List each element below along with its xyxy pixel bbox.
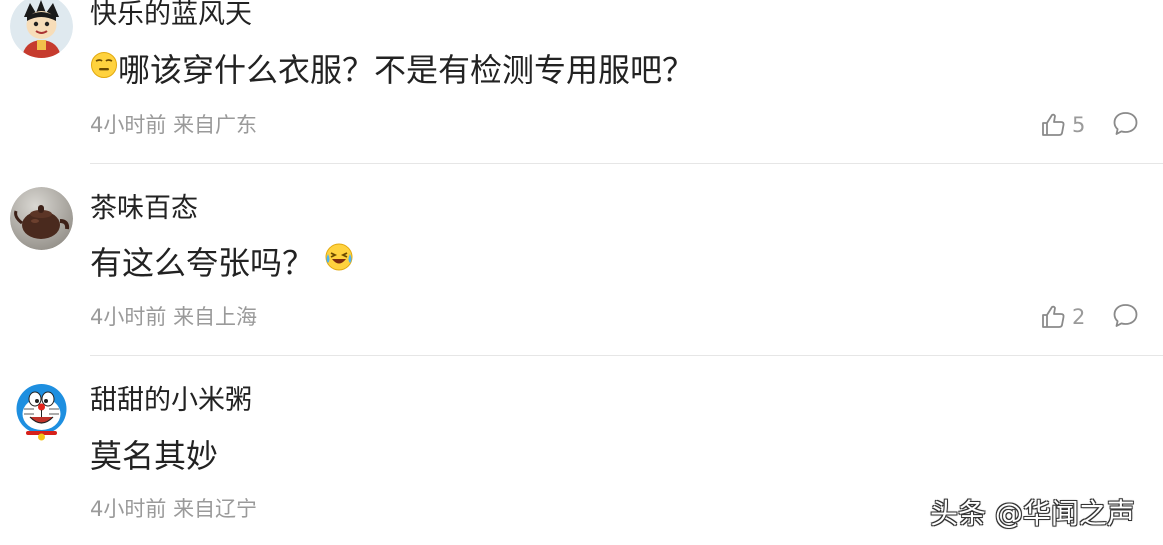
reply-button[interactable] bbox=[1112, 110, 1139, 141]
comment-time: 4小时前 bbox=[90, 113, 167, 137]
thumbs-up-icon bbox=[1042, 305, 1065, 328]
comment-location: 来自辽宁 bbox=[173, 497, 258, 521]
avatar[interactable] bbox=[10, 379, 73, 442]
comment-time: 4小时前 bbox=[90, 305, 167, 329]
like-button[interactable]: 2 bbox=[1040, 303, 1085, 331]
laughing-tears-face-icon bbox=[324, 241, 354, 281]
username[interactable]: 快乐的蓝风天 bbox=[90, 0, 252, 32]
comment-location: 来自上海 bbox=[173, 305, 258, 329]
watermark: 头条 @华闻之声 bbox=[930, 497, 1135, 530]
comment-text-body: 哪该穿什么衣服？不是有检测专用服吧？ bbox=[118, 51, 695, 89]
thumbs-up-icon bbox=[1042, 113, 1065, 136]
comment-time: 4小时前 bbox=[90, 497, 167, 521]
avatar[interactable] bbox=[10, 187, 73, 250]
comment-meta: 4小时前 来自辽宁 bbox=[90, 495, 257, 523]
comment-bubble-icon bbox=[1113, 304, 1138, 327]
comment-text: 有这么夸张吗？ bbox=[90, 243, 354, 285]
comment-text: 哪该穿什么衣服？不是有检测专用服吧？ bbox=[90, 50, 694, 92]
like-count: 5 bbox=[1072, 113, 1086, 137]
comment-location: 来自广东 bbox=[173, 113, 258, 137]
speechless-face-icon bbox=[90, 48, 118, 88]
avatar[interactable] bbox=[10, 0, 73, 58]
divider bbox=[90, 355, 1163, 356]
reply-button[interactable] bbox=[1112, 302, 1139, 333]
comment-text-body: 莫名其妙 bbox=[90, 437, 219, 475]
comment-text: 莫名其妙 bbox=[90, 436, 218, 476]
like-count: 2 bbox=[1072, 305, 1086, 329]
username[interactable]: 茶味百态 bbox=[90, 192, 198, 226]
comment-text-body: 有这么夸张吗？ bbox=[90, 244, 315, 282]
like-button[interactable]: 5 bbox=[1040, 111, 1085, 139]
divider bbox=[90, 163, 1163, 164]
comment-meta: 4小时前 来自广东 bbox=[90, 111, 257, 139]
username[interactable]: 甜甜的小米粥 bbox=[90, 384, 252, 418]
comment-bubble-icon bbox=[1113, 112, 1138, 135]
comment-meta: 4小时前 来自上海 bbox=[90, 303, 257, 331]
